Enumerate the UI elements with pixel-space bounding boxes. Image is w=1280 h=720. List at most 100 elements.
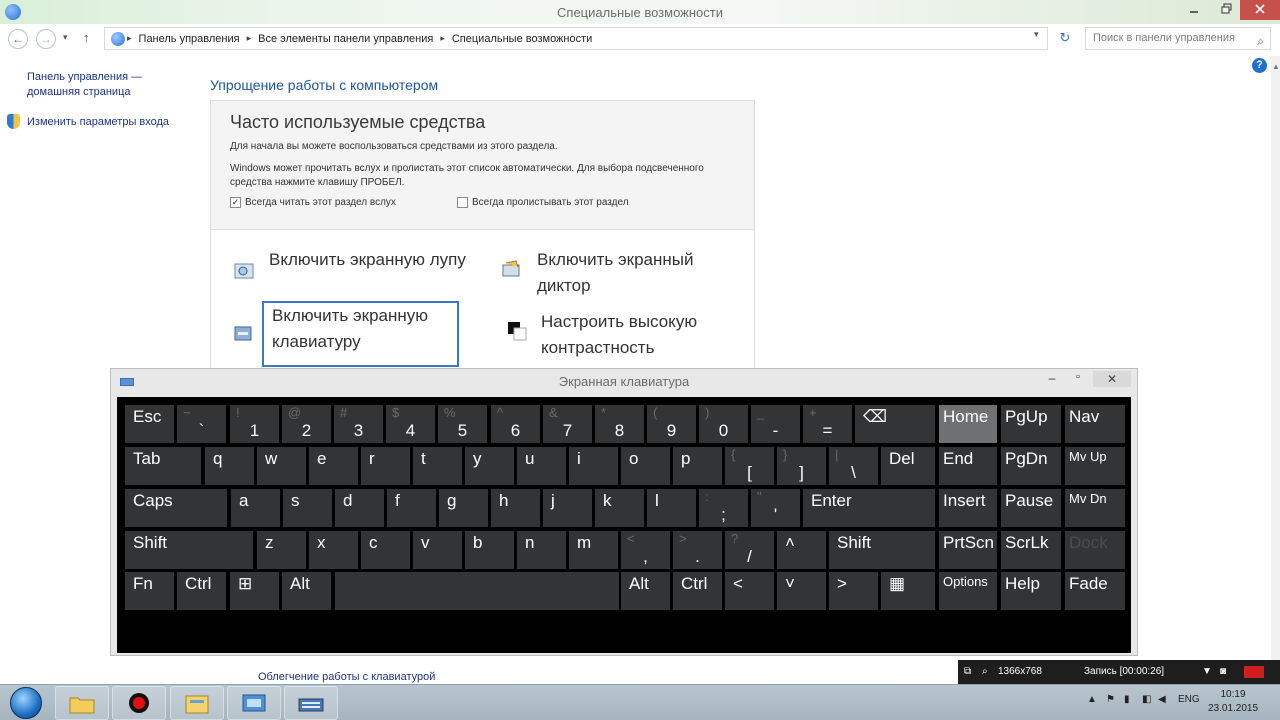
high-contrast-link[interactable]: Настроить высокую контрастность (541, 309, 741, 361)
key-.[interactable]: >. (673, 531, 722, 569)
taskbar-explorer-button[interactable] (55, 686, 109, 720)
key-y[interactable]: y (465, 447, 514, 485)
key-`[interactable]: ~ ` (177, 405, 226, 443)
key-pgdn[interactable]: PgDn (1001, 447, 1061, 485)
network-icon[interactable]: ▮ (1124, 694, 1130, 705)
key-v[interactable]: v (413, 531, 462, 569)
key-Alt[interactable]: Alt (282, 572, 331, 610)
key-backspace-icon[interactable]: ⌫ (855, 405, 935, 443)
key-l[interactable]: l (647, 489, 696, 527)
space-key[interactable] (335, 572, 619, 610)
key-Del[interactable]: Del (881, 447, 935, 485)
battery-icon[interactable]: ◧ (1142, 694, 1151, 705)
key-;[interactable]: :; (699, 489, 748, 527)
search-input[interactable]: Поиск в панели управления ⌕ (1085, 27, 1271, 50)
key-2[interactable]: @2 (282, 405, 331, 443)
key-d[interactable]: d (335, 489, 384, 527)
taskbar-folder-button[interactable] (170, 686, 224, 720)
crumb-separator[interactable]: ▸ (440, 33, 445, 44)
key-8[interactable]: * 8 (595, 405, 644, 443)
key-home[interactable]: Home (939, 405, 997, 443)
start-button[interactable] (6, 685, 46, 720)
key-6[interactable]: ^ 6 (491, 405, 540, 443)
osk-close-button[interactable]: ✕ (1093, 371, 1131, 387)
breadcrumb-all-items[interactable]: Все элементы панели управления (258, 33, 433, 45)
tray-overflow-icon[interactable]: ▲ (1087, 694, 1097, 705)
key-k[interactable]: k (595, 489, 644, 527)
key-f[interactable]: f (387, 489, 436, 527)
key-=[interactable]: + = (803, 405, 852, 443)
key-prtscn[interactable]: PrtScn (939, 531, 997, 569)
key-b[interactable]: b (465, 531, 514, 569)
key-Tab[interactable]: Tab (125, 447, 201, 485)
key-e[interactable]: e (309, 447, 358, 485)
clock[interactable]: 10:19 23.01.2015 (1208, 688, 1258, 716)
address-dropdown[interactable]: ▾ (1034, 29, 1039, 40)
key--[interactable]: _ - (751, 405, 800, 443)
key-Esc[interactable]: Esc (125, 405, 174, 443)
refresh-button[interactable]: ↻ (1054, 27, 1076, 50)
key-,[interactable]: <, (621, 531, 670, 569)
key-i[interactable]: i (569, 447, 618, 485)
key-w[interactable]: w (257, 447, 306, 485)
change-login-settings-link[interactable]: Изменить параметры входа (27, 116, 169, 128)
recorder-icon[interactable]: ⧉ (964, 666, 971, 677)
key-menu-key-icon[interactable]: ▦ (881, 572, 935, 610)
key-arrow-right-icon[interactable]: ˃ (829, 572, 878, 610)
key-nav[interactable]: Nav (1065, 405, 1125, 443)
language-indicator[interactable]: ENG (1178, 694, 1200, 705)
osk-maximize-button[interactable]: ▫ (1067, 371, 1089, 383)
taskbar-control-panel-button[interactable] (227, 686, 281, 720)
key-scrlk[interactable]: ScrLk (1001, 531, 1061, 569)
key-dock[interactable]: Dock (1065, 531, 1125, 569)
key-Enter[interactable]: Enter (803, 489, 935, 527)
key-arrow-left-icon[interactable]: ˂ (725, 572, 774, 610)
key-pgup[interactable]: PgUp (1001, 405, 1061, 443)
key-t[interactable]: t (413, 447, 462, 485)
key-5[interactable]: % 5 (438, 405, 487, 443)
close-button[interactable] (1240, 0, 1280, 20)
keyboard-ease-link[interactable]: Облегчение работы с клавиатурой (258, 671, 435, 683)
key-0[interactable]: ) 0 (699, 405, 748, 443)
key-'[interactable]: " ' (751, 489, 800, 527)
on-screen-keyboard-link[interactable]: Включить экранную клавиатуру (262, 301, 459, 367)
key-Alt[interactable]: Alt (621, 572, 670, 610)
key-3[interactable]: #3 (334, 405, 383, 443)
address-bar[interactable]: ▸ Панель управления ▸ Все элементы панел… (104, 27, 1048, 50)
taskbar-recorder-button[interactable] (112, 686, 166, 720)
key-][interactable]: }] (777, 447, 826, 485)
key-pause[interactable]: Pause (1001, 489, 1061, 527)
forward-button[interactable]: → (36, 29, 56, 49)
key-mv-dn[interactable]: Mv Dn (1065, 489, 1125, 527)
restore-button[interactable] (1212, 0, 1240, 20)
back-button[interactable]: ← (8, 29, 28, 49)
crumb-separator[interactable]: ▸ (247, 33, 252, 44)
key-o[interactable]: o (621, 447, 670, 485)
volume-icon[interactable]: ◀ (1158, 694, 1166, 705)
key-7[interactable]: & 7 (543, 405, 592, 443)
help-icon[interactable]: ? (1252, 58, 1267, 73)
taskbar-osk-button[interactable] (284, 686, 338, 720)
key-j[interactable]: j (543, 489, 592, 527)
control-panel-home-link[interactable]: Панель управления — домашняя страница (27, 70, 187, 100)
key-Shift[interactable]: Shift (829, 531, 935, 569)
zoom-icon[interactable]: ⌕ (982, 666, 988, 677)
key-fade[interactable]: Fade (1065, 572, 1125, 610)
key-[[interactable]: {[ (725, 447, 774, 485)
breadcrumb-control-panel[interactable]: Панель управления (139, 33, 240, 45)
key-Shift[interactable]: Shift (125, 531, 253, 569)
dropdown-icon[interactable]: ▼ (1202, 666, 1212, 677)
auto-scan-checkbox[interactable]: Всегда пролистывать этот раздел (457, 197, 629, 208)
action-center-icon[interactable]: ⚑ (1106, 694, 1115, 705)
up-button[interactable]: ↑ (83, 30, 90, 45)
key-options[interactable]: Options (939, 572, 997, 610)
stop-button[interactable] (1244, 666, 1264, 678)
key-u[interactable]: u (517, 447, 566, 485)
camera-icon[interactable]: ◙ (1220, 666, 1226, 677)
magnifier-link[interactable]: Включить экранную лупу (269, 247, 469, 273)
crumb-separator[interactable]: ▸ (127, 33, 132, 44)
key-m[interactable]: m (569, 531, 618, 569)
key-Caps[interactable]: Caps (125, 489, 227, 527)
key-9[interactable]: (9 (647, 405, 696, 443)
osk-minimize-button[interactable]: – (1041, 371, 1063, 385)
